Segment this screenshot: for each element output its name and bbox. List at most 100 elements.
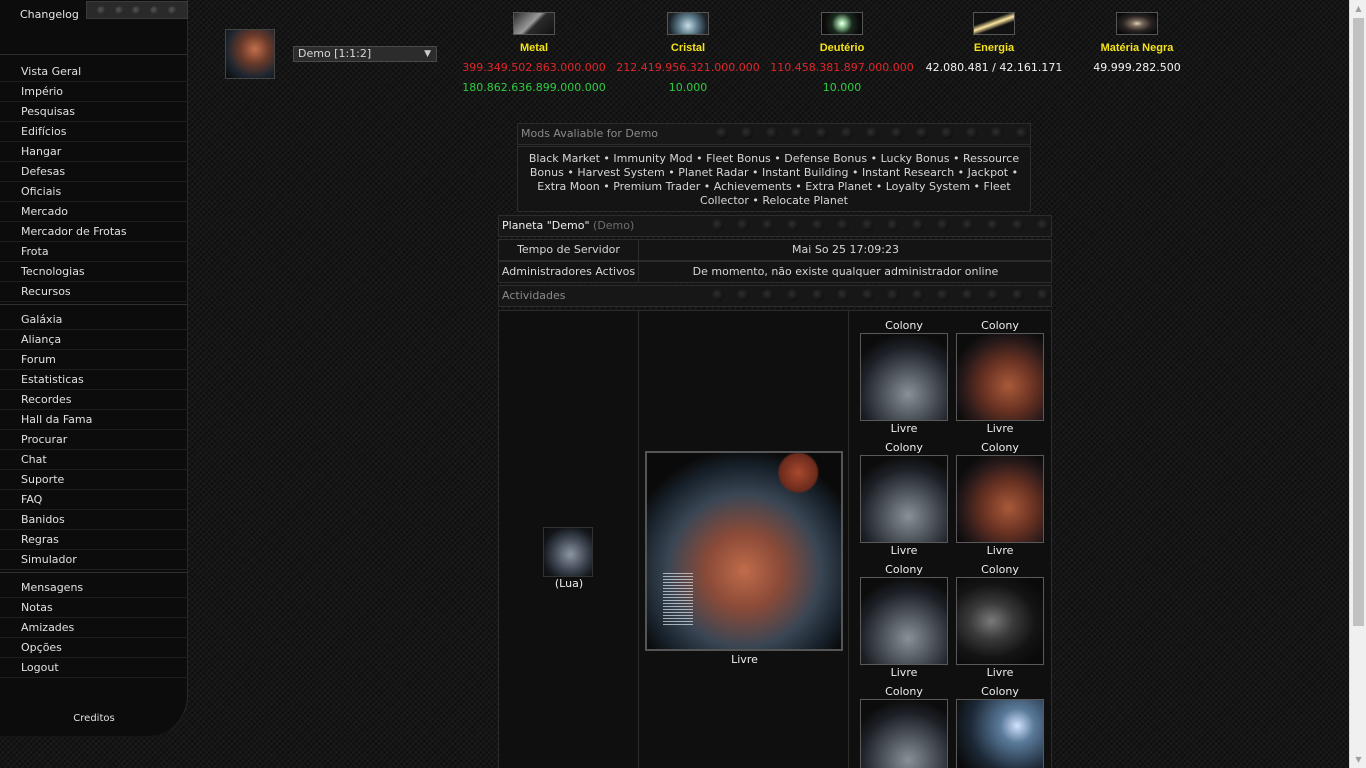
- mod-link[interactable]: Immunity Mod: [613, 152, 692, 165]
- bullet-separator: •: [599, 180, 614, 193]
- bullet-separator: •: [770, 152, 785, 165]
- planet-data-overlay: [663, 571, 693, 625]
- colony-image[interactable]: [860, 455, 948, 543]
- mod-link[interactable]: Instant Building: [762, 166, 848, 179]
- menu-item-records[interactable]: Recordes: [0, 390, 188, 410]
- energy-amount: 42.080.481 / 42.161.171: [925, 61, 1063, 74]
- planets-area: (Lua) Livre Colony Livre Colony Livre Co…: [498, 310, 1052, 768]
- bullet-separator: •: [748, 194, 763, 207]
- mod-link[interactable]: Premium Trader: [613, 180, 700, 193]
- colony-slot[interactable]: Colony Livre: [860, 441, 948, 558]
- mod-link[interactable]: Defense Bonus: [784, 152, 867, 165]
- mod-link[interactable]: Loyalty System: [886, 180, 970, 193]
- changelog-rivets: [86, 1, 188, 19]
- colony-slot[interactable]: Colony Livre: [860, 319, 948, 436]
- planet-header: Planeta "Demo" (Demo): [498, 215, 1052, 237]
- menu-item-support[interactable]: Suporte: [0, 470, 188, 490]
- colony-slot[interactable]: Colony Livre: [956, 319, 1044, 436]
- energy-icon: [973, 12, 1015, 35]
- menu-item-market[interactable]: Mercado: [0, 202, 188, 222]
- menu-item-overview[interactable]: Vista Geral: [0, 62, 188, 82]
- menu-item-galaxy[interactable]: Galáxia: [0, 310, 188, 330]
- menu-item-hall-of-fame[interactable]: Hall da Fama: [0, 410, 188, 430]
- menu-group-main: Vista Geral Império Pesquisas Edifícios …: [0, 62, 188, 302]
- menu-item-empire[interactable]: Império: [0, 82, 188, 102]
- main-planet-image[interactable]: [645, 451, 843, 651]
- menu-item-fleet-trader[interactable]: Mercador de Frotas: [0, 222, 188, 242]
- menu-item-defense[interactable]: Defesas: [0, 162, 188, 182]
- menu-item-buildings[interactable]: Edifícios: [0, 122, 188, 142]
- colony-image[interactable]: [956, 333, 1044, 421]
- menu-item-alliance[interactable]: Aliança: [0, 330, 188, 350]
- menu-item-friends[interactable]: Amizades: [0, 618, 188, 638]
- mod-link[interactable]: Extra Planet: [805, 180, 872, 193]
- menu-item-banned[interactable]: Banidos: [0, 510, 188, 530]
- mod-link[interactable]: Black Market: [529, 152, 600, 165]
- changelog-link[interactable]: Changelog: [20, 8, 79, 21]
- bullet-separator: •: [949, 152, 963, 165]
- deuterium-production: 10.000: [822, 81, 862, 94]
- colony-image[interactable]: [956, 699, 1044, 768]
- mod-link[interactable]: Jackpot: [968, 166, 1008, 179]
- menu-item-rules[interactable]: Regras: [0, 530, 188, 550]
- menu-item-logout[interactable]: Logout: [0, 658, 188, 678]
- colony-slot[interactable]: Colony: [956, 685, 1044, 768]
- colony-image[interactable]: [956, 577, 1044, 665]
- mod-link[interactable]: Instant Research: [862, 166, 954, 179]
- metal-icon: [513, 12, 555, 35]
- menu-item-simulator[interactable]: Simulador: [0, 550, 188, 570]
- mod-link[interactable]: Extra Moon: [537, 180, 599, 193]
- mod-link[interactable]: Relocate Planet: [762, 194, 848, 207]
- scrollbar-thumb[interactable]: [1353, 18, 1364, 626]
- crystal-label: Cristal: [670, 42, 706, 54]
- colony-slot[interactable]: Colony Livre: [956, 563, 1044, 680]
- menu-item-resources[interactable]: Recursos: [0, 282, 188, 302]
- bullet-separator: •: [848, 166, 862, 179]
- menu-item-messages[interactable]: Mensagens: [0, 578, 188, 598]
- menu-item-faq[interactable]: FAQ: [0, 490, 188, 510]
- resource-energy: Energia 42.080.481 / 42.161.171: [914, 12, 1074, 74]
- menu-item-chat[interactable]: Chat: [0, 450, 188, 470]
- colony-slot[interactable]: Colony Livre: [860, 563, 948, 680]
- mod-link[interactable]: Lucky Bonus: [881, 152, 950, 165]
- menu-group-personal: Mensagens Notas Amizades Opções Logout: [0, 578, 188, 678]
- colony-image[interactable]: [860, 577, 948, 665]
- scroll-down-icon[interactable]: ▼: [1350, 751, 1366, 768]
- colony-image[interactable]: [956, 455, 1044, 543]
- menu-item-notes[interactable]: Notas: [0, 598, 188, 618]
- menu-item-statistics[interactable]: Estatisticas: [0, 370, 188, 390]
- menu-item-fleet[interactable]: Frota: [0, 242, 188, 262]
- resource-crystal: Cristal 212.419.956.321.000.000 10.000: [608, 12, 768, 94]
- menu-item-options[interactable]: Opções: [0, 638, 188, 658]
- scroll-up-icon[interactable]: ▲: [1350, 0, 1366, 17]
- menu-divider: [0, 304, 188, 305]
- menu-item-hangar[interactable]: Hangar: [0, 142, 188, 162]
- bullet-separator: •: [872, 180, 886, 193]
- activities-header: Actividades: [498, 285, 1052, 307]
- mod-link[interactable]: Achievements: [714, 180, 792, 193]
- moon-column: (Lua): [499, 311, 639, 768]
- menu-item-research[interactable]: Pesquisas: [0, 102, 188, 122]
- credits-link[interactable]: Creditos: [0, 713, 188, 724]
- colony-image[interactable]: [860, 333, 948, 421]
- planet-name: Planeta "Demo": [502, 219, 590, 232]
- mod-link[interactable]: Planet Radar: [678, 166, 748, 179]
- deuterium-icon: [821, 12, 863, 35]
- colony-slot[interactable]: Colony Livre: [956, 441, 1044, 558]
- moon-label[interactable]: (Lua): [499, 577, 639, 590]
- menu-item-forum[interactable]: Forum: [0, 350, 188, 370]
- colony-image[interactable]: [860, 699, 948, 768]
- menu-item-technologies[interactable]: Tecnologias: [0, 262, 188, 282]
- mod-link[interactable]: Fleet Bonus: [706, 152, 771, 165]
- current-planet-image[interactable]: [225, 29, 275, 79]
- moon-image[interactable]: [543, 527, 593, 577]
- mod-link[interactable]: Harvest System: [577, 166, 664, 179]
- colony-status: Livre: [890, 422, 918, 435]
- dark-matter-amount: 49.999.282.500: [1093, 61, 1181, 74]
- menu-item-search[interactable]: Procurar: [0, 430, 188, 450]
- planet-select[interactable]: Demo [1:1:2] ▼: [293, 46, 437, 62]
- menu-item-officers[interactable]: Oficiais: [0, 182, 188, 202]
- vertical-scrollbar[interactable]: ▲ ▼: [1349, 0, 1366, 768]
- colony-slot[interactable]: Colony: [860, 685, 948, 768]
- bullet-separator: •: [1008, 166, 1019, 179]
